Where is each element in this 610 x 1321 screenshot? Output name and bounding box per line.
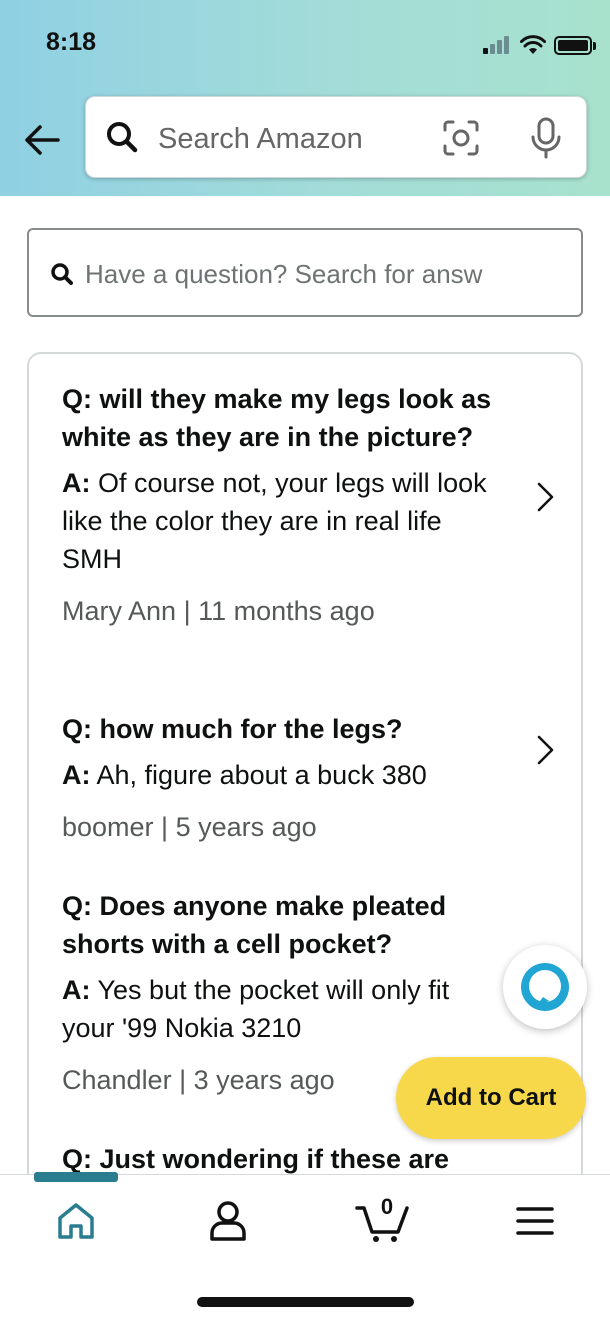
search-bar[interactable]: Search Amazon <box>85 96 587 178</box>
answer-text: A: Ah, figure about a buck 380 <box>62 760 427 790</box>
qa-item[interactable]: Q: Just wondering if these are <box>62 1140 502 1178</box>
back-arrow-icon[interactable] <box>22 120 62 160</box>
answer-meta: boomer | 5 years ago <box>62 812 317 842</box>
search-input[interactable]: Search Amazon <box>158 123 363 156</box>
question-text: Q: will they make my legs look as white … <box>62 384 492 452</box>
answer-text: A: Yes but the pocket will only fit your… <box>62 975 450 1043</box>
add-to-cart-button[interactable]: Add to Cart <box>396 1057 586 1139</box>
search-icon <box>51 263 73 285</box>
microphone-icon[interactable] <box>526 117 566 159</box>
battery-icon <box>554 36 596 55</box>
signal-icon <box>483 36 513 54</box>
menu-icon[interactable] <box>510 1196 560 1246</box>
status-time: 8:18 <box>46 28 97 56</box>
answer-text: A: Of course not, your legs will look li… <box>62 468 487 574</box>
home-indicator <box>197 1297 414 1307</box>
home-icon[interactable] <box>51 1196 101 1246</box>
account-icon[interactable] <box>203 1196 253 1246</box>
question-text: Q: how much for the legs? <box>62 714 403 744</box>
question-search-box[interactable]: Have a question? Search for answ <box>27 228 583 317</box>
chevron-right-icon[interactable] <box>535 480 557 514</box>
alexa-button[interactable] <box>503 945 587 1029</box>
question-search-input[interactable]: Have a question? Search for answ <box>85 259 565 290</box>
qa-item[interactable]: Q: how much for the legs? A: Ah, figure … <box>62 710 502 843</box>
header-area: 8:18 Search Amazon <box>0 0 610 196</box>
answer-meta: Mary Ann | 11 months ago <box>62 596 375 626</box>
question-text: Q: Just wondering if these are <box>62 1144 450 1174</box>
alexa-icon <box>521 963 569 1011</box>
chevron-right-icon[interactable] <box>535 733 557 767</box>
search-icon <box>107 122 138 153</box>
camera-scan-icon[interactable] <box>442 119 480 157</box>
qa-item[interactable]: Q: will they make my legs look as white … <box>62 380 502 627</box>
cart-count-badge: 0 <box>380 1194 394 1219</box>
question-text: Q: Does anyone make pleated shorts with … <box>62 891 447 959</box>
active-tab-indicator <box>34 1172 118 1182</box>
wifi-icon <box>520 35 546 54</box>
